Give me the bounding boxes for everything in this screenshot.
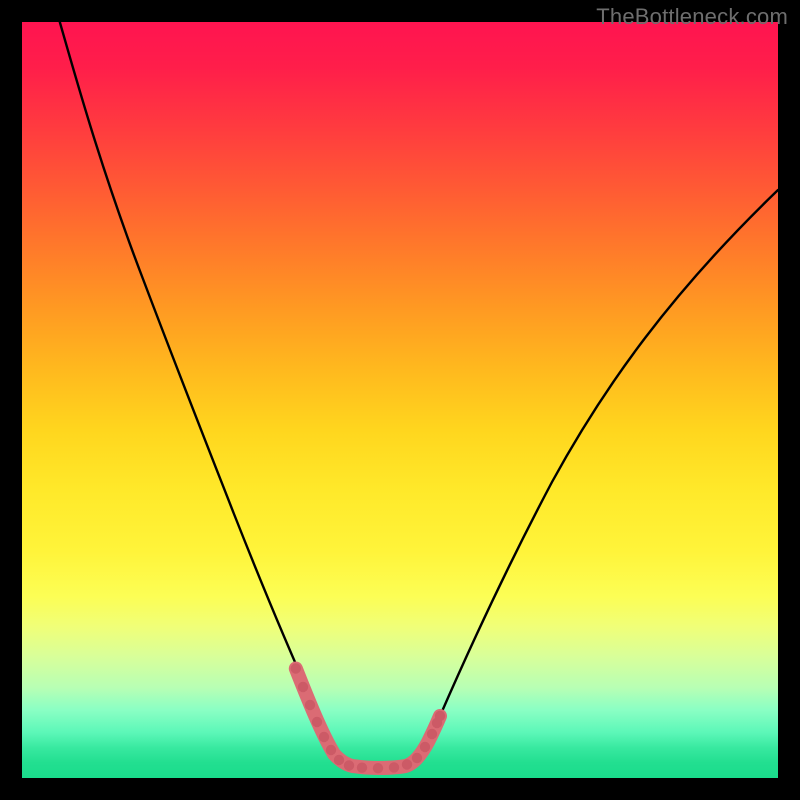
watermark-text: TheBottleneck.com [596, 4, 788, 30]
bottleneck-curve [60, 22, 778, 768]
curve-layer [22, 22, 778, 778]
outer-frame: TheBottleneck.com [0, 0, 800, 800]
best-match-dots [291, 663, 446, 773]
plot-area [22, 22, 778, 778]
